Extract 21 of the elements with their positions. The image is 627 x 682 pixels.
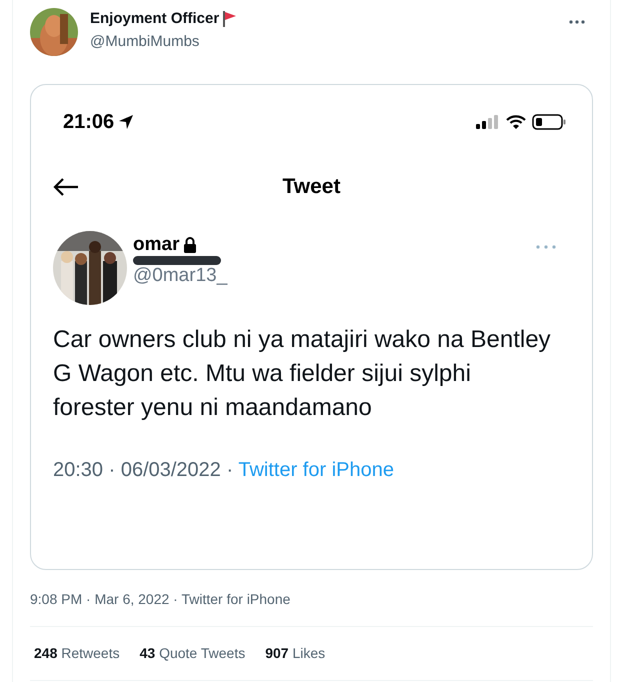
wifi-icon bbox=[506, 115, 526, 129]
user-name: omar bbox=[133, 235, 180, 255]
stat-link[interactable]: 907 Likes bbox=[265, 643, 326, 664]
tweet-meta: 9:08 PM · Mar 6, 2022 · Twitter for iPhone bbox=[30, 591, 290, 607]
stat-link[interactable]: 248 Retweets bbox=[34, 643, 120, 664]
more-icon[interactable] bbox=[569, 20, 585, 24]
author-name[interactable]: Enjoyment Officer bbox=[90, 8, 220, 30]
lock-icon bbox=[183, 237, 198, 253]
tweet-timestamp: 20:30 · 06/03/2022 · bbox=[53, 459, 234, 481]
page-title: Tweet bbox=[282, 174, 340, 200]
status-time: 21:06 bbox=[63, 110, 114, 135]
tweet-text: Car owners club ni ya matajiri wako na Bentley G Wagon etc. Mtu wa fielder sijui sylphi forester yenu ni maandamano bbox=[53, 325, 552, 423]
author-handle[interactable]: @MumbiMumbs bbox=[90, 30, 557, 53]
battery-icon bbox=[532, 114, 566, 130]
back-arrow-icon[interactable] bbox=[53, 177, 79, 197]
more-icon bbox=[536, 245, 556, 249]
stat-link[interactable]: 43 Quote Tweets bbox=[140, 643, 246, 664]
user-handle: @0mar13_ bbox=[133, 265, 228, 287]
flag-icon bbox=[223, 11, 236, 28]
location-arrow-icon bbox=[118, 114, 134, 130]
signal-icon bbox=[476, 115, 500, 129]
